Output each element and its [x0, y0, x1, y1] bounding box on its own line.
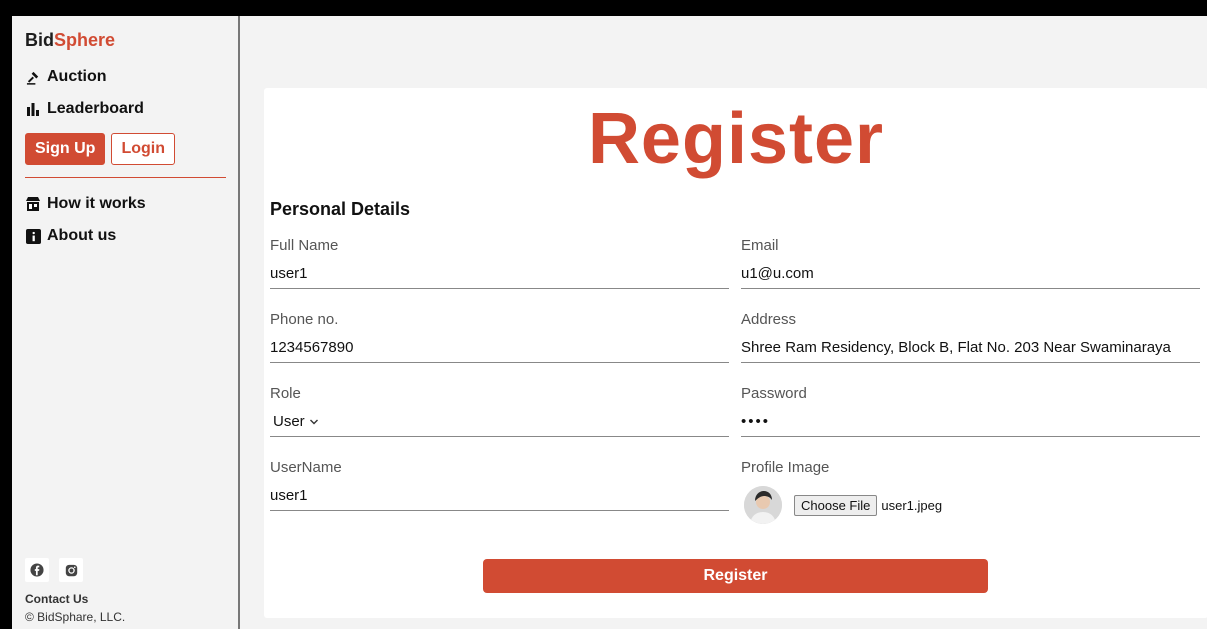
- choose-file-button[interactable]: Choose File: [794, 494, 878, 516]
- brand-part1: Bid: [25, 30, 54, 50]
- register-card: Register Personal Details Full Name user…: [264, 88, 1207, 618]
- address-input[interactable]: Shree Ram Residency, Block B, Flat No. 2…: [741, 333, 1200, 363]
- profile-image-field: Profile Image Choose File user1.jpeg: [741, 459, 1200, 527]
- sidebar: BidSphere Auction Leaderboard Sign Up Lo…: [12, 16, 240, 629]
- page-title: Register: [587, 99, 885, 179]
- full-name-label: Full Name: [270, 237, 339, 254]
- role-selected-value: User: [273, 413, 305, 430]
- role-select[interactable]: User: [270, 407, 729, 437]
- email-label: Email: [741, 237, 779, 254]
- social-links: [25, 558, 125, 582]
- nav-auction[interactable]: Auction: [25, 61, 238, 93]
- app-window: BidSphere Auction Leaderboard Sign Up Lo…: [12, 16, 1207, 629]
- register-button[interactable]: Register: [483, 559, 988, 593]
- profile-image-label: Profile Image: [741, 459, 830, 476]
- info-icon: [25, 228, 41, 244]
- phone-field: Phone no. 1234567890: [270, 311, 729, 363]
- nav-leaderboard-label: Leaderboard: [47, 100, 144, 117]
- username-input[interactable]: user1: [270, 481, 729, 511]
- chevron-down-icon: [309, 413, 319, 430]
- section-title: Personal Details: [270, 199, 411, 219]
- nav-about-us-label: About us: [47, 227, 117, 244]
- selected-file-name: user1.jpeg: [881, 497, 943, 513]
- password-label: Password: [741, 385, 807, 402]
- sidebar-footer: Contact Us © BidSphare, LLC.: [25, 558, 125, 624]
- login-button[interactable]: Login: [111, 133, 175, 165]
- address-field: Address Shree Ram Residency, Block B, Fl…: [741, 311, 1200, 363]
- bar-chart-icon: [25, 101, 41, 117]
- phone-input[interactable]: 1234567890: [270, 333, 729, 363]
- brand-logo[interactable]: BidSphere: [25, 30, 238, 51]
- role-field: Role User: [270, 385, 729, 437]
- signup-button[interactable]: Sign Up: [25, 133, 106, 165]
- nav-auction-label: Auction: [47, 68, 107, 85]
- brand-part2: Sphere: [54, 30, 116, 50]
- username-field: UserName user1: [270, 459, 729, 511]
- nav-leaderboard[interactable]: Leaderboard: [25, 93, 238, 125]
- phone-label: Phone no.: [270, 311, 339, 328]
- avatar: [744, 486, 782, 524]
- shop-icon: [25, 196, 41, 212]
- password-field: Password ••••: [741, 385, 1200, 437]
- role-label: Role: [270, 385, 301, 402]
- gavel-icon: [25, 69, 41, 85]
- email-input[interactable]: u1@u.com: [741, 259, 1200, 289]
- main-content: Register Personal Details Full Name user…: [240, 16, 1207, 629]
- nav-how-it-works-label: How it works: [47, 195, 146, 212]
- full-name-field: Full Name user1: [270, 237, 729, 289]
- auth-buttons: Sign Up Login: [25, 133, 238, 165]
- nav-how-it-works[interactable]: How it works: [25, 188, 238, 220]
- instagram-icon[interactable]: [59, 558, 83, 582]
- copyright-text: © BidSphare, LLC.: [25, 610, 126, 624]
- nav-about-us[interactable]: About us: [25, 220, 238, 252]
- facebook-icon[interactable]: [25, 558, 49, 582]
- email-field: Email u1@u.com: [741, 237, 1200, 289]
- full-name-input[interactable]: user1: [270, 259, 729, 289]
- profile-image-row: Choose File user1.jpeg: [741, 483, 1200, 527]
- password-input[interactable]: ••••: [741, 407, 1200, 437]
- contact-us-link[interactable]: Contact Us: [25, 592, 125, 606]
- sidebar-divider: [25, 177, 226, 178]
- address-label: Address: [741, 311, 797, 328]
- username-label: UserName: [270, 459, 342, 476]
